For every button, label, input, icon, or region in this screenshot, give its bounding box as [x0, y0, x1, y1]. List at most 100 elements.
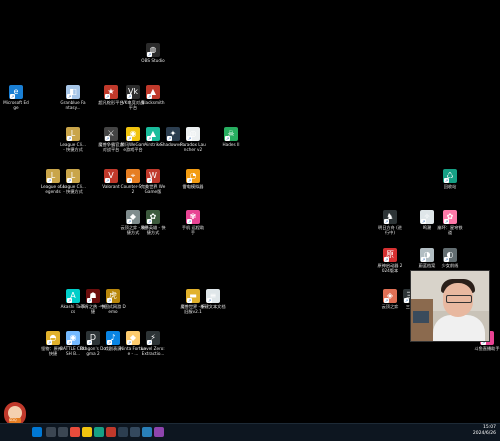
shortcut-arrow-icon: ↗ [147, 136, 152, 141]
desktop-icon-label: 回收站 [443, 184, 457, 189]
desktop-icon-granblue[interactable]: ◧ ↗ Granblue Fantasy... [60, 85, 86, 110]
lol-cn2-icon: L ↗ [66, 169, 80, 183]
shortcut-arrow-icon: ↗ [10, 94, 15, 99]
desktop-icon-genshin[interactable]: 原 ↗ 原神启动器 2024版本 [377, 248, 403, 273]
desktop-icon-label: OBS Studio [141, 58, 165, 63]
blacksmith-icon: ▲ ↗ [146, 85, 160, 99]
valorant-icon: V ↗ [104, 169, 118, 183]
clock-date: 2024/6/26 [472, 431, 496, 436]
desktop-icon-label: 斗鱼直播助手 [474, 346, 500, 351]
desktop-icon-label: League Cli... - 快捷方式 [60, 142, 86, 152]
desktop-icon-recycle[interactable]: ♺ ↗ 回收站 [437, 169, 463, 189]
desktop: ◍ ↗ OBS Studio e ↗ Microsoft Edge ◧ ↗ Granblue F… [0, 0, 500, 423]
clean-icon: ◆ ↗ [126, 210, 140, 224]
shortcut-arrow-icon: ↗ [127, 219, 132, 224]
shortcut-arrow-icon: ↗ [127, 178, 132, 183]
shortcut-arrow-icon: ↗ [67, 136, 72, 141]
obs-button[interactable] [118, 427, 128, 437]
obs-icon: ◍ ↗ [146, 43, 160, 57]
shortcut-arrow-icon: ↗ [147, 178, 152, 183]
system-clock[interactable]: 15:07 2024/6/26 [473, 425, 496, 437]
shortcut-arrow-icon: ↗ [87, 340, 92, 345]
desktop-icon-blacksmith[interactable]: ▲ ↗ Blacksmith [140, 85, 166, 105]
shortcut-arrow-icon: ↗ [67, 178, 72, 183]
arknight-icon: ♞ ↗ [383, 210, 397, 224]
desktop-icon-wallpaper[interactable]: W ↗ 完美世界 WeGame版 [140, 169, 166, 194]
shortcut-arrow-icon: ↗ [384, 257, 389, 262]
desktop-icon-label: 崩坏：星穹铁道 [437, 225, 463, 235]
chrome-button[interactable] [70, 427, 80, 437]
shortcut-arrow-icon: ↗ [107, 340, 112, 345]
desktop-icon-demo[interactable]: 虎 ↗ 中国式网游 Demo [100, 289, 126, 314]
shortcut-arrow-icon: ↗ [187, 219, 192, 224]
desktop-icon-fields[interactable]: ✿ ↗ 风暴英雄 - 快捷方式 [140, 210, 166, 235]
magic-icon: ⚔ ↗ [104, 127, 118, 141]
shortcut-arrow-icon: ↗ [444, 257, 449, 262]
shortcut-arrow-icon: ↗ [47, 340, 52, 345]
start-button[interactable] [32, 427, 42, 437]
shortcut-arrow-icon: ↗ [87, 298, 92, 303]
desktop-icon-hades[interactable]: ☠ ↗ Hades II [218, 127, 244, 147]
txtfile-icon: ≡ ↗ [206, 289, 220, 303]
desktop-icon-arknight[interactable]: ♞ ↗ 明日方舟 (进行中) [377, 210, 403, 235]
demo-icon: 虎 ↗ [106, 289, 120, 303]
weather-icon: ◔ ↗ [186, 169, 200, 183]
gacha3-icon: ◐ ↗ [443, 248, 457, 262]
steam-button[interactable] [130, 427, 140, 437]
shortcut-arrow-icon: ↗ [107, 298, 112, 303]
edge-icon: e ↗ [9, 85, 23, 99]
desktop-icon-label: Level Zero: Extractio... [141, 346, 165, 356]
webcam-shirt [433, 315, 485, 341]
hades-icon: ☠ ↗ [224, 127, 238, 141]
desktop-icon-mobile[interactable]: ✾ ↗ 手机 远程助手 [180, 210, 206, 235]
shortcut-arrow-icon: ↗ [127, 340, 132, 345]
shortcut-arrow-icon: ↗ [147, 219, 152, 224]
airstrike-icon: ▲ ↗ [146, 127, 160, 141]
store-button[interactable] [94, 427, 104, 437]
app-button[interactable] [154, 427, 164, 437]
shortcut-arrow-icon: ↗ [147, 94, 152, 99]
desktop-icon-label: Granblue Fantasy... [60, 100, 86, 110]
cs-icon: ⌖ ↗ [126, 169, 140, 183]
desktop-icon-txtfile[interactable]: ≡ ↗ 新建文本文档 [200, 289, 226, 309]
desktop-icon-label: 少女前线 [441, 263, 459, 268]
desktop-icon-levelzero[interactable]: ⚡ ↗ Level Zero: Extractio... [140, 331, 166, 356]
search-button[interactable] [46, 427, 56, 437]
pokemon-icon: ◓ ↗ [46, 331, 60, 345]
game-button[interactable] [106, 427, 116, 437]
taskbar: 15:07 2024/6/26 [0, 423, 500, 441]
lol-cn-icon: L ↗ [66, 127, 80, 141]
desktop-icon-lol-cn2[interactable]: L ↗ League Cli... - 快捷方式 [60, 169, 86, 194]
shortcut-arrow-icon: ↗ [187, 298, 192, 303]
lol-en-icon: L ↗ [46, 169, 60, 183]
taskview-button[interactable] [58, 427, 68, 437]
desktop-icon-edge[interactable]: e ↗ Microsoft Edge [3, 85, 29, 110]
wegame-icon: ★ ↗ [104, 85, 118, 99]
shortcut-arrow-icon: ↗ [67, 340, 72, 345]
folder-button[interactable] [82, 427, 92, 437]
folder1-icon: ▬ ↗ [186, 289, 200, 303]
shortcut-arrow-icon: ↗ [225, 136, 230, 141]
desktop-icon-label: 中国式网游 Demo [100, 304, 126, 314]
shortcut-arrow-icon: ↗ [127, 94, 132, 99]
shortcut-arrow-icon: ↗ [147, 52, 152, 57]
shortcut-arrow-icon: ↗ [127, 136, 132, 141]
desktop-icon-label: Paradox Launcher v2 [180, 142, 206, 152]
shortcut-arrow-icon: ↗ [167, 136, 172, 141]
desktop-icon-weather[interactable]: ◔ ↗ 雷电模拟器 [180, 169, 206, 189]
gacha1-icon: ✧ ↗ [420, 210, 434, 224]
desktop-icon-obs[interactable]: ◍ ↗ OBS Studio [140, 43, 166, 63]
shortcut-arrow-icon: ↗ [444, 178, 449, 183]
shortcut-arrow-icon: ↗ [105, 178, 110, 183]
chat-button[interactable] [142, 427, 152, 437]
shortcut-arrow-icon: ↗ [384, 298, 389, 303]
desktop-icon-gacha2[interactable]: ✿ ↗ 崩坏：星穹铁道 [437, 210, 463, 235]
shortcut-arrow-icon: ↗ [444, 219, 449, 224]
desktop-icon-label: 原神启动器 2024版本 [377, 263, 403, 273]
desktop-icon-lol-cn[interactable]: L ↗ League Cli... - 快捷方式 [60, 127, 86, 152]
wgame2-icon: ◉ ↗ [126, 127, 140, 141]
genshin-icon: 原 ↗ [383, 248, 397, 262]
desktop-icon-gacha3[interactable]: ◐ ↗ 少女前线 [437, 248, 463, 268]
desktop-icon-paradox[interactable]: ◎ ↗ Paradox Launcher v2 [180, 127, 206, 152]
shortcut-arrow-icon: ↗ [105, 136, 110, 141]
